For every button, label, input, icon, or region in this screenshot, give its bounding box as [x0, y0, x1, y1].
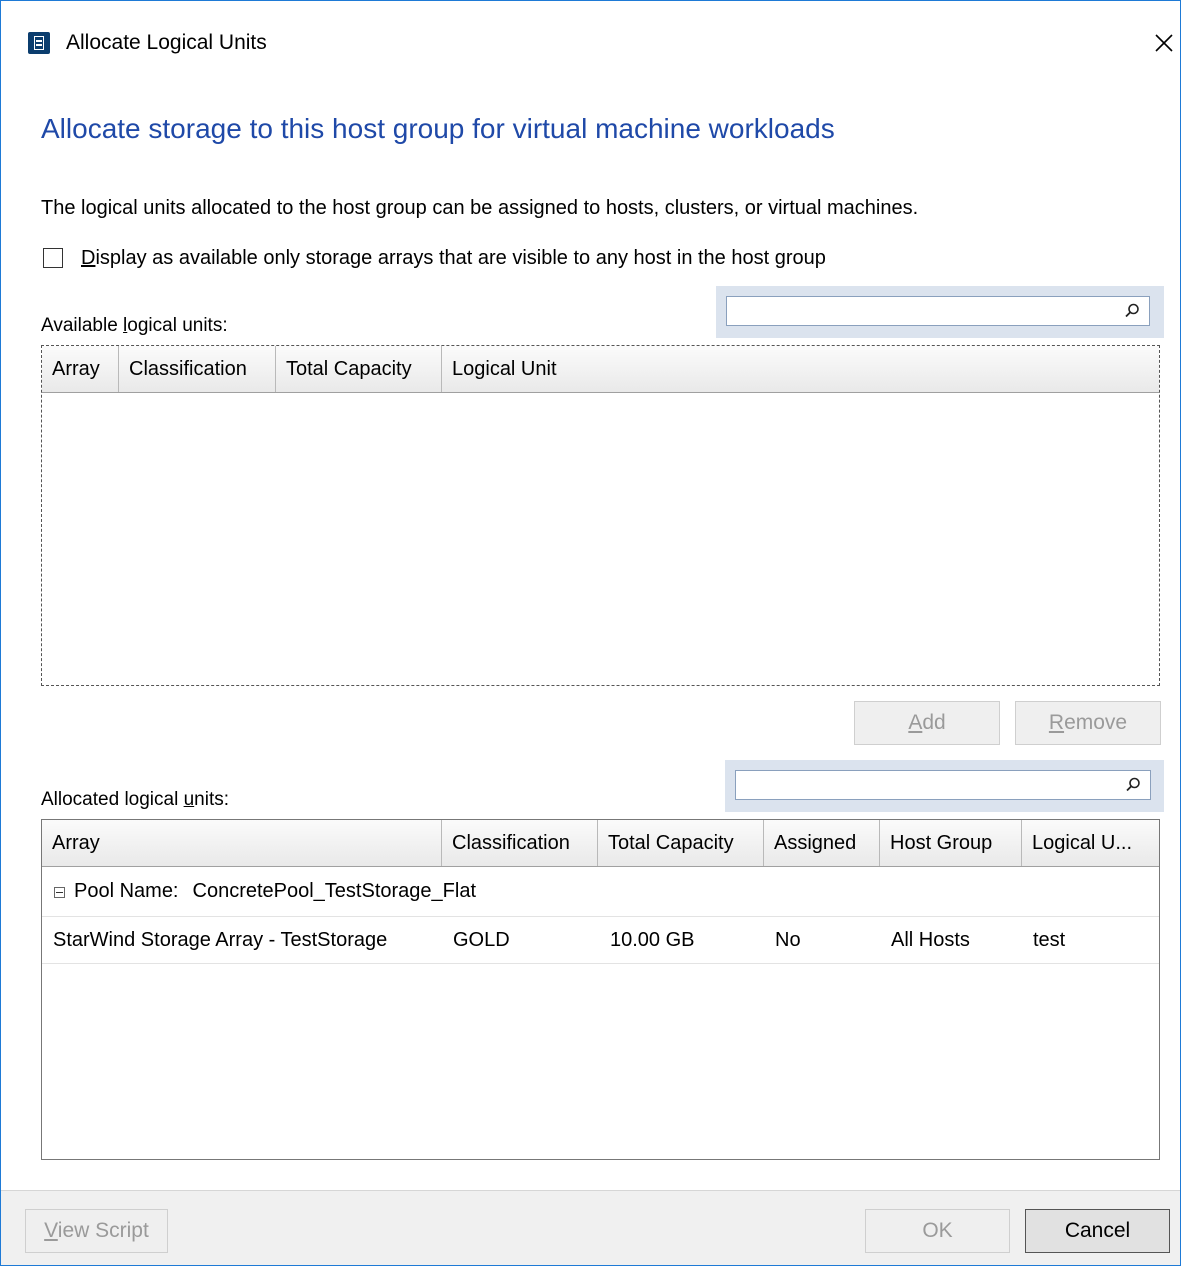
mnemonic-u: u	[183, 789, 195, 810]
allocated-search-box	[735, 770, 1151, 800]
cell-array: StarWind Storage Array - TestStorage	[53, 929, 388, 951]
view-script-label: iew Script	[57, 1219, 149, 1242]
column-header-array[interactable]: Array	[42, 346, 119, 392]
column-header-assigned[interactable]: Assigned	[764, 820, 880, 866]
column-header-logical-unit[interactable]: Logical Unit	[442, 346, 1159, 392]
group-value: ConcretePool_TestStorage_Flat	[192, 880, 477, 902]
search-icon[interactable]	[1123, 302, 1141, 320]
cell-logical-unit: test	[1033, 929, 1066, 951]
allocated-label-prefix: Allocated logical	[41, 789, 184, 810]
column-header-array[interactable]: Array	[42, 820, 442, 866]
description-text: The logical units allocated to the host …	[41, 197, 919, 219]
dialog-window: Allocate Logical Units Allocate storage …	[0, 0, 1181, 1266]
app-icon	[28, 32, 50, 54]
remove-button[interactable]: Remove	[1015, 701, 1161, 745]
cancel-button[interactable]: Cancel	[1025, 1209, 1170, 1253]
title-bar: Allocate Logical Units	[1, 1, 1180, 75]
group-label: Pool Name: ConcretePool_TestStorage_Flat	[74, 880, 476, 903]
mnemonic-r: R	[1048, 711, 1065, 734]
column-header-total-capacity[interactable]: Total Capacity	[598, 820, 764, 866]
add-button-label: dd	[922, 711, 946, 734]
column-header-host-group[interactable]: Host Group	[880, 820, 1022, 866]
dialog-footer: View Script OK Cancel	[1, 1190, 1180, 1265]
allocated-search-container	[725, 760, 1164, 812]
search-icon[interactable]	[1124, 776, 1142, 794]
allocated-label-suffix: nits:	[194, 789, 230, 810]
available-label-prefix: Available	[41, 315, 124, 336]
allocated-grid-header: Array Classification Total Capacity Assi…	[42, 820, 1159, 867]
close-icon	[1155, 34, 1173, 52]
filter-checkbox[interactable]	[43, 248, 63, 268]
mnemonic-a: A	[908, 711, 923, 734]
mnemonic-d: D	[81, 247, 96, 269]
remove-button-label: emove	[1064, 711, 1128, 734]
column-header-logical-unit[interactable]: Logical U...	[1022, 820, 1159, 866]
cell-total-capacity: 10.00 GB	[610, 929, 695, 951]
collapse-icon[interactable]	[54, 887, 65, 898]
available-grid-header: Array Classification Total Capacity Logi…	[42, 346, 1159, 393]
available-units-label: Available logical units:	[41, 315, 228, 337]
cell-assigned: No	[775, 929, 801, 951]
window-title: Allocate Logical Units	[66, 31, 267, 54]
available-search-container	[716, 286, 1164, 338]
ok-button[interactable]: OK	[865, 1209, 1010, 1253]
group-row-pool: Pool Name: ConcretePool_TestStorage_Flat	[42, 868, 1159, 917]
available-search-input[interactable]	[731, 298, 1115, 326]
view-script-button[interactable]: View Script	[25, 1209, 168, 1253]
allocated-units-grid[interactable]: Array Classification Total Capacity Assi…	[41, 819, 1160, 1160]
available-search-box	[726, 296, 1150, 326]
page-heading: Allocate storage to this host group for …	[41, 113, 835, 144]
filter-checkbox-label[interactable]: Display as available only storage arrays…	[81, 247, 826, 270]
column-header-total-capacity[interactable]: Total Capacity	[276, 346, 442, 392]
table-row[interactable]: StarWind Storage Array - TestStorage GOL…	[42, 917, 1159, 964]
available-label-suffix: ogical units:	[127, 315, 228, 336]
allocated-search-input[interactable]	[740, 772, 1116, 800]
column-header-classification[interactable]: Classification	[442, 820, 598, 866]
cell-classification: GOLD	[453, 929, 510, 951]
group-key: Pool Name:	[74, 880, 179, 902]
add-button[interactable]: Add	[854, 701, 1000, 745]
mnemonic-v: V	[44, 1219, 58, 1242]
cell-host-group: All Hosts	[891, 929, 970, 951]
close-button[interactable]	[1146, 25, 1180, 61]
available-units-grid[interactable]: Array Classification Total Capacity Logi…	[41, 345, 1160, 686]
allocated-units-label: Allocated logical units:	[41, 789, 229, 811]
column-header-classification[interactable]: Classification	[119, 346, 276, 392]
filter-checkbox-label-text: isplay as available only storage arrays …	[95, 247, 826, 269]
